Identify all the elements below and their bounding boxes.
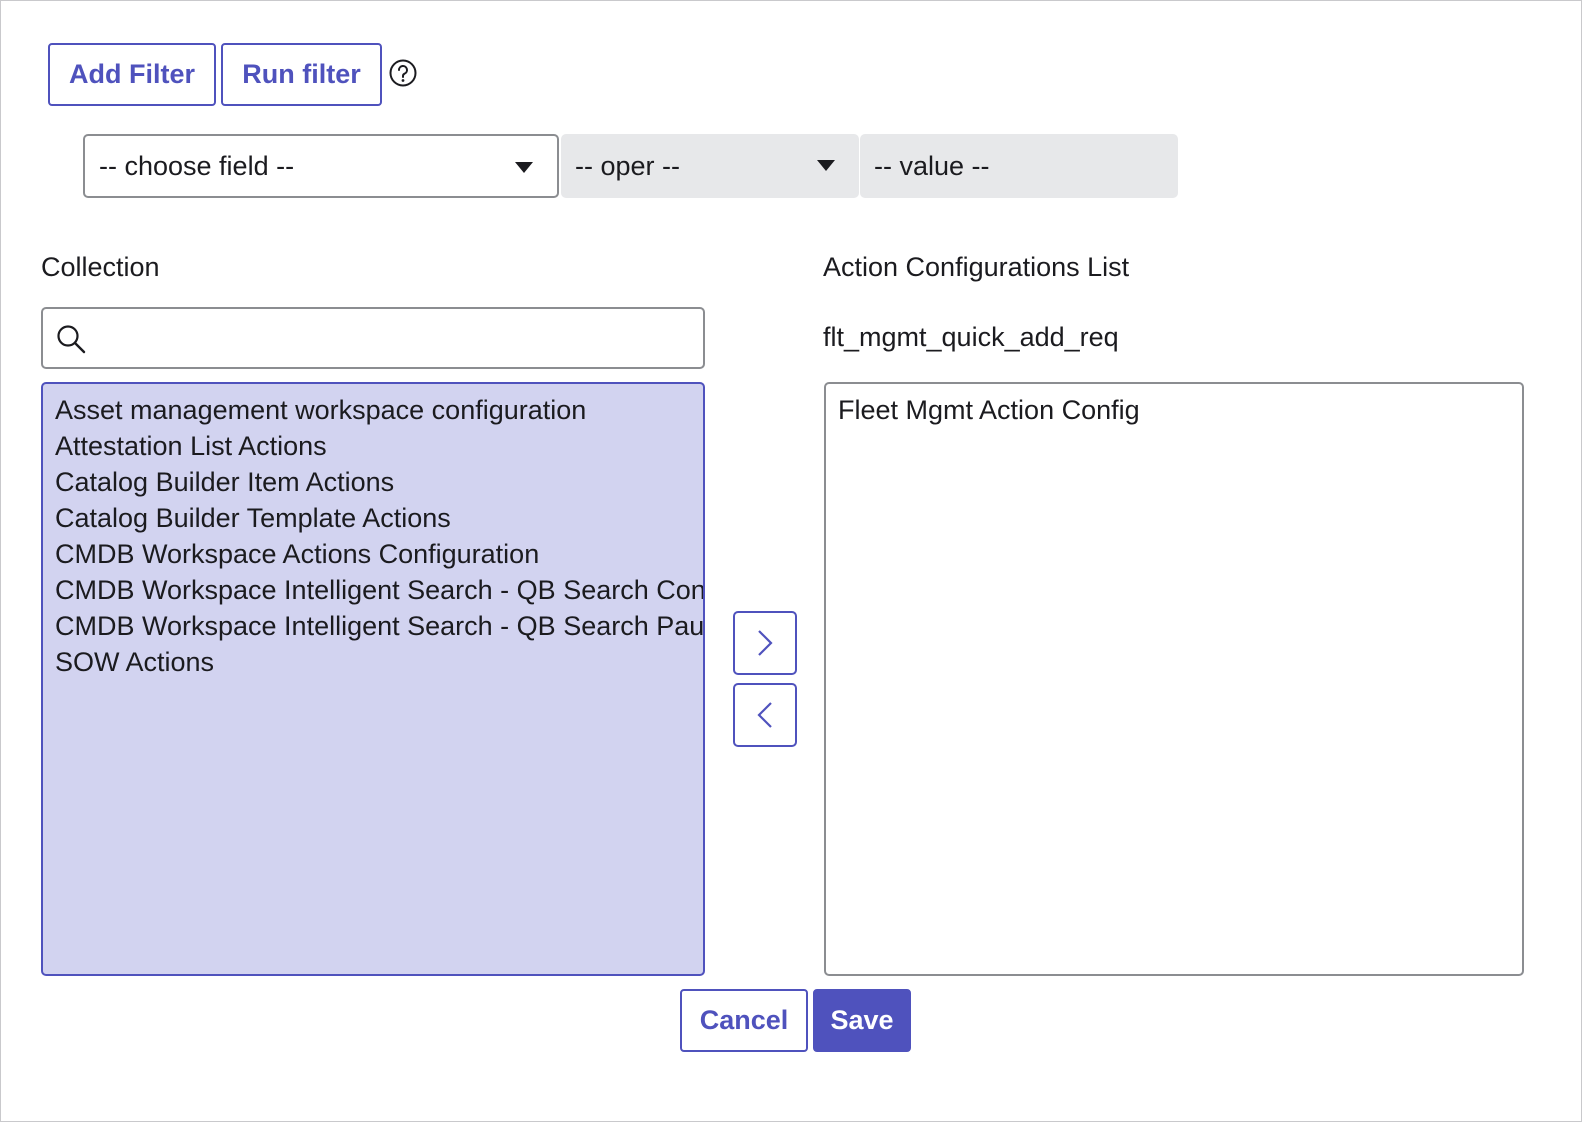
slushbucket-dialog: Add Filter Run filter -- choose field --…: [0, 0, 1582, 1122]
choose-field-select[interactable]: -- choose field --: [83, 134, 559, 198]
selected-list-subheading: flt_mgmt_quick_add_req: [823, 322, 1119, 352]
selected-listbox[interactable]: Fleet Mgmt Action Config: [824, 382, 1524, 976]
collection-listbox[interactable]: Asset management workspace configuration…: [41, 382, 705, 976]
cancel-button[interactable]: Cancel: [680, 989, 808, 1052]
caret-down-icon: [515, 162, 533, 173]
list-item[interactable]: Catalog Builder Template Actions: [55, 500, 703, 536]
move-right-button[interactable]: [733, 611, 797, 675]
list-item[interactable]: Catalog Builder Item Actions: [55, 464, 703, 500]
collection-search: [41, 307, 705, 369]
collection-list: Asset management workspace configuration…: [43, 384, 703, 680]
value-text: -- value --: [874, 150, 990, 181]
save-button[interactable]: Save: [813, 989, 911, 1052]
list-item[interactable]: CMDB Workspace Intelligent Search - QB S…: [55, 572, 703, 608]
list-item[interactable]: CMDB Workspace Actions Configuration: [55, 536, 703, 572]
run-filter-button[interactable]: Run filter: [221, 43, 382, 106]
add-filter-button[interactable]: Add Filter: [48, 43, 216, 106]
operator-select: -- oper --: [561, 134, 859, 198]
chevron-left-icon: [757, 702, 772, 728]
list-item[interactable]: Asset management workspace configuration: [55, 392, 703, 428]
list-item[interactable]: SOW Actions: [55, 644, 703, 680]
selected-list: Fleet Mgmt Action Config: [826, 384, 1522, 428]
move-left-button[interactable]: [733, 683, 797, 747]
list-item[interactable]: CMDB Workspace Intelligent Search - QB S…: [55, 608, 703, 644]
operator-text: -- oper --: [575, 150, 681, 181]
list-item[interactable]: Fleet Mgmt Action Config: [838, 392, 1522, 428]
caret-down-icon: [817, 160, 835, 171]
search-icon: [57, 325, 86, 354]
list-item[interactable]: Attestation List Actions: [55, 428, 703, 464]
collection-heading: Collection: [41, 252, 160, 282]
selected-list-heading: Action Configurations List: [823, 252, 1130, 282]
chevron-right-icon: [758, 630, 773, 656]
help-circle-icon[interactable]: [389, 59, 417, 87]
choose-field-text: -- choose field --: [99, 150, 295, 181]
value-field: -- value --: [860, 134, 1178, 198]
collection-search-input[interactable]: [97, 317, 691, 361]
